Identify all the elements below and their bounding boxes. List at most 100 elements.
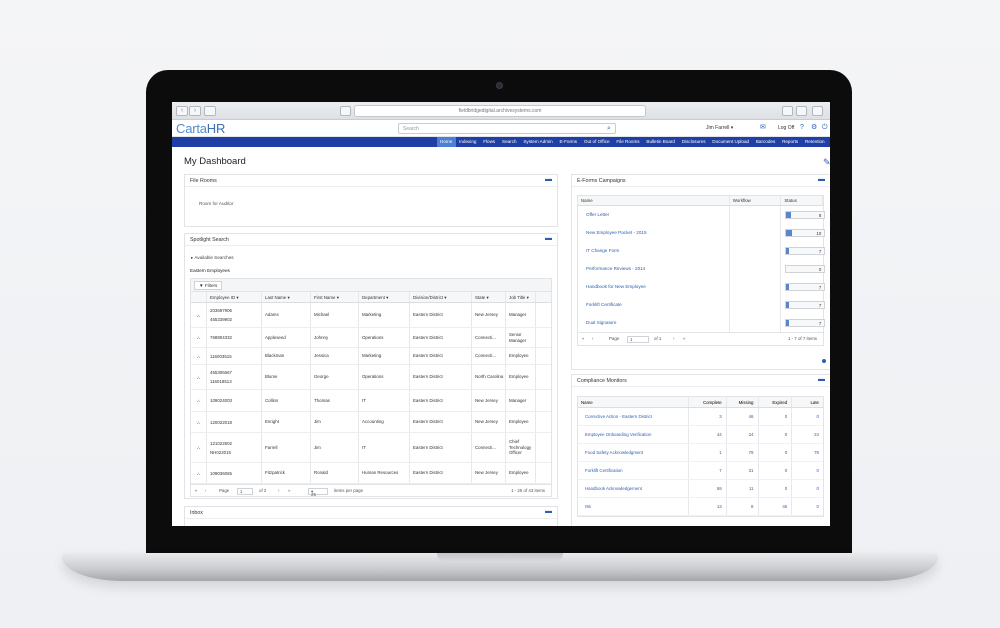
nav-item[interactable]: System Admin xyxy=(520,137,556,147)
cell-missing[interactable]: 24 xyxy=(727,426,759,443)
cell-missing[interactable]: 8 xyxy=(727,498,759,515)
share-icon[interactable] xyxy=(782,106,793,116)
org-chart-icon[interactable]: ⛬ xyxy=(191,390,207,411)
table-row[interactable]: ⛬ 109036065 Fitzpatrick Ronald Human Resourc… xyxy=(191,463,551,484)
eform-name-link[interactable]: Offer Letter xyxy=(578,206,730,224)
employee-id[interactable]: 455306667 xyxy=(210,368,232,377)
prev-page-icon[interactable]: ‹ xyxy=(205,488,206,493)
table-row[interactable]: Forklift Certificate 7 xyxy=(578,296,826,314)
cell-complete[interactable]: 1 xyxy=(689,444,727,461)
log-off-link[interactable]: Log Off xyxy=(778,125,794,131)
minimize-icon[interactable]: ▬ xyxy=(818,175,825,185)
page-input[interactable]: 1 xyxy=(627,335,649,343)
table-row[interactable]: IT Change Form 7 xyxy=(578,242,826,260)
monitor-name-link[interactable]: Food Safety Acknowledgment xyxy=(578,444,690,461)
col-name[interactable]: Name xyxy=(578,196,730,205)
eform-name-link[interactable]: Performance Reviews - 2014 xyxy=(578,260,730,278)
page-input[interactable]: 1 xyxy=(237,487,253,495)
nav-item[interactable]: E-Forms xyxy=(556,137,580,147)
available-searches[interactable]: ▸ Available Searches xyxy=(191,255,234,261)
url-bar[interactable]: fieldbridgedigital.archivesystems.com xyxy=(354,105,646,117)
next-page-icon[interactable]: › xyxy=(278,488,279,493)
prev-page-icon[interactable]: ‹ xyxy=(592,336,593,341)
help-icon[interactable]: ? xyxy=(800,124,804,132)
user-menu[interactable]: Jim Farrell ▾ xyxy=(706,125,733,131)
per-page-select[interactable]: 25 ▾ xyxy=(308,487,328,497)
employee-id[interactable]: NH022015 xyxy=(210,448,231,457)
column-header[interactable]: State ▾ xyxy=(472,292,506,302)
nav-item[interactable]: Retention xyxy=(802,137,828,147)
minimize-icon[interactable]: ▬ xyxy=(818,375,825,385)
cell-missing[interactable]: 31 xyxy=(727,462,759,479)
minimize-icon[interactable]: ▬ xyxy=(545,175,552,185)
column-header[interactable]: Division/District ▾ xyxy=(410,292,472,302)
table-row[interactable]: Dual Signature 7 xyxy=(578,314,826,332)
minimize-icon[interactable]: ▬ xyxy=(545,234,552,244)
table-row[interactable]: ⛬ 203697906 455339902 Adams Michael Marketing… xyxy=(191,303,551,328)
reader-icon[interactable] xyxy=(340,106,351,116)
eform-name-link[interactable]: Dual Signature xyxy=(578,314,730,332)
table-row[interactable]: Performance Reviews - 2014 0 xyxy=(578,260,826,278)
nav-item[interactable]: Disclosures xyxy=(678,137,709,147)
employee-id[interactable]: 116003515 xyxy=(210,352,232,361)
monitor-name-link[interactable]: Corrective Action - Eastern District xyxy=(578,408,690,425)
nav-item[interactable]: Document Upload xyxy=(709,137,753,147)
cell-complete[interactable]: 69 xyxy=(689,480,727,497)
monitor-name-link[interactable]: Employee Onboarding Verification xyxy=(578,426,690,443)
cell-late[interactable]: 0 xyxy=(792,498,823,515)
org-chart-icon[interactable]: ⛬ xyxy=(191,365,207,389)
monitor-name-link[interactable]: Handbook Acknowledgement xyxy=(578,480,690,497)
cell-late[interactable]: 0 xyxy=(792,480,823,497)
org-chart-icon[interactable]: ⛬ xyxy=(191,463,207,483)
first-page-icon[interactable]: « xyxy=(195,488,197,493)
table-row[interactable]: Employee Onboarding Verification 44 24 0 24 xyxy=(578,426,823,444)
org-chart-icon[interactable]: ⛬ xyxy=(191,412,207,432)
table-row[interactable]: I9s 13 8 46 0 xyxy=(578,498,823,516)
employee-id[interactable]: 121022602 xyxy=(210,439,232,448)
cell-missing[interactable]: 79 xyxy=(727,444,759,461)
col-complete[interactable]: Complete xyxy=(689,397,727,407)
col-status[interactable]: Status xyxy=(781,196,823,205)
table-row[interactable]: Offer Letter 8 xyxy=(578,206,826,224)
table-row[interactable]: ⛬ 768804332 Appleseed Johnny Operations Easte… xyxy=(191,328,551,348)
cell-late[interactable]: 0 xyxy=(792,408,823,425)
table-row[interactable]: ⛬ 121022602 NH022015 Farrell Jim IT Eastern Di… xyxy=(191,433,551,463)
cell-complete[interactable]: 13 xyxy=(689,498,727,515)
cell-missing[interactable]: 46 xyxy=(727,408,759,425)
eform-name-link[interactable]: New Employee Packet - 2015 xyxy=(578,224,730,242)
nav-item[interactable]: Reports xyxy=(779,137,802,147)
next-page-icon[interactable]: › xyxy=(673,336,674,341)
cell-late[interactable]: 24 xyxy=(792,426,823,443)
logo[interactable]: CartaHR xyxy=(176,121,225,136)
table-row[interactable]: ⛬ 120022018 Enright Jim Accounting Eastern Di… xyxy=(191,412,551,433)
search-input[interactable]: Search ⌕ xyxy=(398,123,616,134)
employee-id[interactable]: 109024003 xyxy=(210,396,232,405)
cell-late[interactable]: 79 xyxy=(792,444,823,461)
minimize-icon[interactable]: ▬ xyxy=(545,507,552,517)
first-page-icon[interactable]: « xyxy=(582,336,584,341)
table-row[interactable]: Forklift Certification 7 31 0 0 xyxy=(578,462,823,480)
table-row[interactable]: ⛬ 455306667 116018513 Blume George Operations… xyxy=(191,365,551,390)
table-row[interactable]: Handbook Acknowledgement 69 11 0 0 xyxy=(578,480,823,498)
org-chart-icon[interactable]: ⛬ xyxy=(191,433,207,462)
column-header[interactable]: Last Name ▾ xyxy=(262,292,311,302)
tabs-icon[interactable] xyxy=(796,106,807,116)
cell-complete[interactable]: 7 xyxy=(689,462,727,479)
filters-button[interactable]: ▼ Filters xyxy=(194,281,223,290)
gear-icon[interactable]: ⚙ xyxy=(811,124,817,132)
monitor-name-link[interactable]: Forklift Certification xyxy=(578,462,690,479)
last-page-icon[interactable]: » xyxy=(683,336,685,341)
nav-item[interactable]: Home xyxy=(436,137,456,147)
new-tab-icon[interactable] xyxy=(812,106,823,116)
table-row[interactable]: Corrective Action - Eastern District 3 46 0… xyxy=(578,408,823,426)
column-header[interactable]: First Name ▾ xyxy=(311,292,359,302)
cell-complete[interactable]: 3 xyxy=(689,408,727,425)
column-header[interactable]: Job Title ▾ xyxy=(506,292,536,302)
monitor-name-link[interactable]: I9s xyxy=(578,498,690,515)
sidebar-icon[interactable] xyxy=(204,106,216,116)
col-expired[interactable]: Expired xyxy=(759,397,793,407)
table-row[interactable]: Food Safety Acknowledgment 1 79 0 79 xyxy=(578,444,823,462)
employee-id[interactable]: 203697906 xyxy=(210,306,232,315)
col-missing[interactable]: Missing xyxy=(727,397,759,407)
employee-id[interactable]: 768804332 xyxy=(210,333,232,342)
